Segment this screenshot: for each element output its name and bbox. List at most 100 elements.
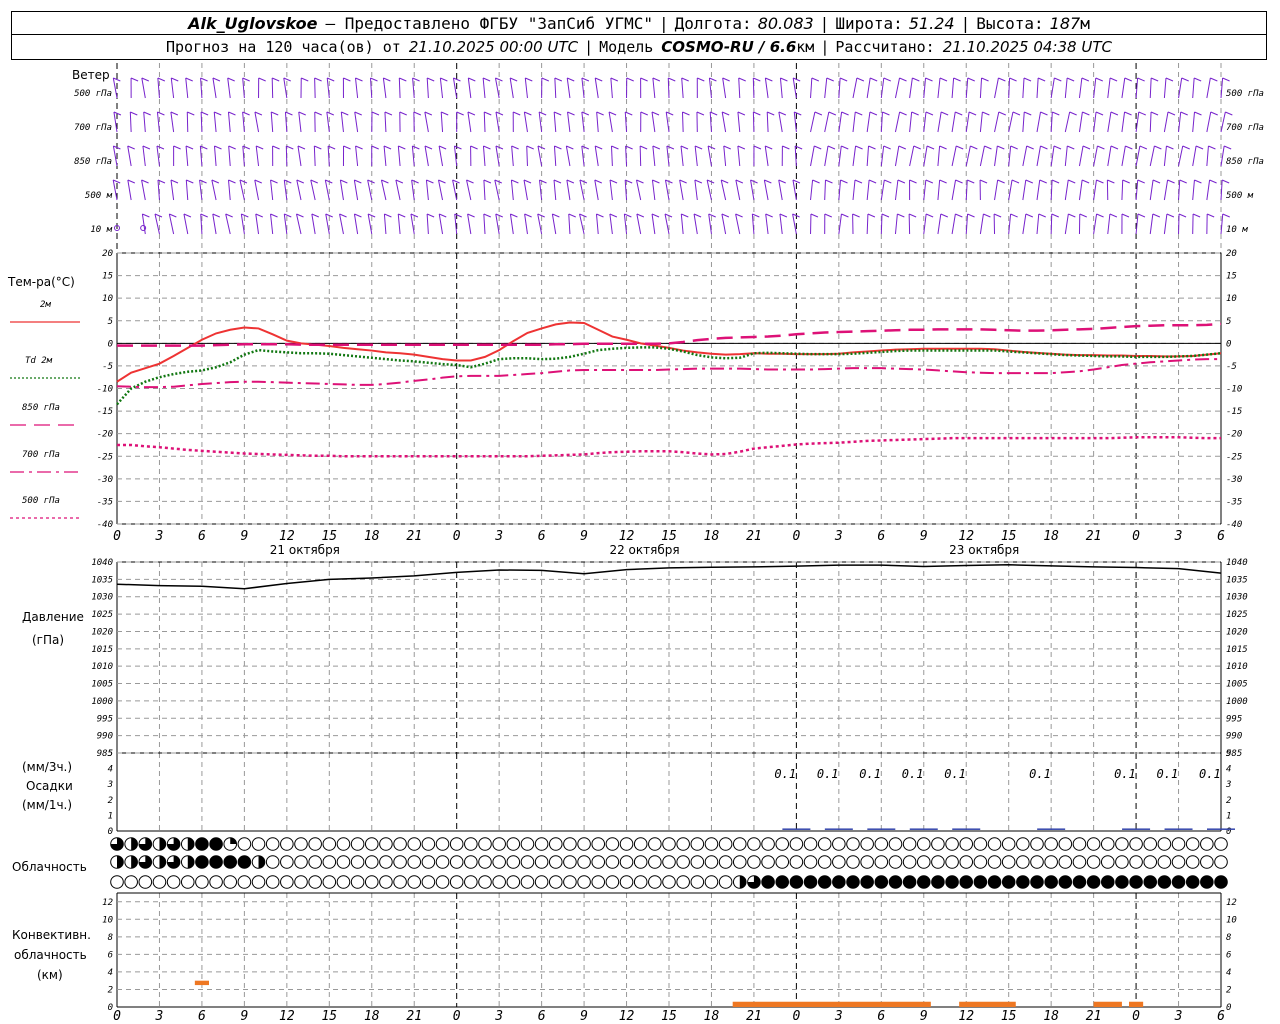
cloud-cover-circle: [548, 875, 563, 889]
wind-barb: [792, 213, 797, 235]
wind-barb: [297, 145, 302, 167]
wind-barb-flag: [467, 111, 476, 116]
cloud-cover-circle: [166, 875, 181, 889]
wind-barb: [937, 111, 942, 133]
wind-barb-flag: [285, 111, 293, 116]
wind-barb-flag: [595, 77, 603, 82]
wind-barb: [313, 145, 316, 167]
wind-barb-flag: [1122, 179, 1130, 184]
wind-barb: [154, 213, 160, 235]
wind-barb-flag: [326, 111, 335, 116]
cloud-cover-circle: [605, 855, 620, 869]
time-axis-label-bottom: 6: [877, 1009, 885, 1024]
wind-barb-flag: [1082, 111, 1090, 116]
wind-barb-flag: [1209, 179, 1217, 184]
wind-barb-flag: [967, 213, 975, 218]
wind-barb-flag: [626, 77, 634, 82]
cloud-cover-circle: [280, 875, 294, 889]
wind-barb-flag: [926, 145, 935, 150]
cloud-cover-circle: [1016, 875, 1030, 889]
precip-value-label: 0.1: [817, 767, 839, 781]
wind-barb-flag: [779, 213, 788, 218]
wind-barb-flag: [343, 77, 351, 82]
time-axis-label-bottom: 18: [704, 1009, 720, 1024]
wind-barb: [752, 77, 755, 99]
cloud-cover-circle: [676, 875, 690, 889]
wind-barb: [526, 145, 528, 167]
wind-barb-flag: [794, 111, 802, 116]
wind-level-label-left: 500 гПа: [74, 89, 112, 99]
cloud-cover-circle: [1129, 837, 1143, 851]
pressure-ytick-left: 990: [97, 732, 113, 742]
cloud-cover-circle: [619, 875, 634, 889]
cloud-cover-circle: [704, 837, 719, 851]
cloud-cover-circle: [520, 837, 535, 851]
wind-barb: [738, 77, 741, 99]
wind-barb: [706, 179, 712, 201]
wind-barb-flag: [214, 111, 222, 116]
cloud-cover-circle: [846, 855, 860, 869]
wind-barb-flag: [438, 179, 446, 184]
cloud-cover-fill: [187, 837, 195, 851]
cloud-cover-circle: [1115, 837, 1129, 851]
wind-barb-flag: [899, 77, 907, 82]
wind-barb-flag: [1110, 145, 1119, 150]
wind-barb-flag: [1179, 179, 1187, 184]
wind-barb: [810, 77, 813, 99]
wind-barb-flag: [354, 213, 362, 218]
wind-barb: [894, 145, 900, 167]
wind-barb: [609, 179, 613, 201]
pressure-ytick-left: 1025: [91, 610, 113, 620]
wind-barb: [1206, 111, 1212, 133]
wind-barb-flag: [967, 77, 975, 82]
wind-barb-flag: [1096, 213, 1104, 218]
wind-barb: [168, 213, 175, 235]
wind-barb-flag: [228, 111, 236, 116]
wind-barb-flag: [170, 111, 179, 116]
cloud-cover-circle: [803, 875, 818, 889]
wind-barb: [1022, 179, 1027, 201]
wind-level-label-left: 700 гПа: [74, 123, 112, 133]
wind-barb: [810, 145, 815, 167]
pressure-ytick-right: 1000: [1226, 697, 1248, 707]
wind-barb-flag: [1107, 179, 1115, 184]
time-axis-label: 3: [155, 529, 164, 544]
cloud-cover-circle: [563, 875, 577, 889]
wind-barb: [651, 179, 656, 201]
cloud-cover-circle: [322, 837, 337, 851]
wind-barb: [425, 179, 429, 201]
wind-barb: [722, 77, 727, 99]
precip-bar: [1207, 828, 1235, 830]
legend-label: 700 гПа: [22, 450, 60, 460]
convective-cloud-bar: [1129, 1001, 1144, 1007]
wind-barb: [142, 145, 146, 167]
wind-barb-flag: [1139, 145, 1148, 150]
wind-barb-flag: [897, 213, 905, 218]
wind-barb: [1192, 111, 1195, 133]
cloud-cover-circle: [1086, 837, 1101, 851]
pressure-ytick-right: 995: [1226, 714, 1242, 724]
wind-barb: [270, 111, 274, 133]
wind-barb-flag: [426, 213, 435, 218]
wind-barb-flag: [738, 77, 746, 82]
cloud-cover-circle: [931, 837, 945, 851]
wind-barb-flag: [752, 213, 760, 218]
cloud-cover-circle: [648, 855, 662, 869]
temp-ytick-left: -30: [97, 475, 113, 485]
time-axis-label-bottom: 15: [661, 1009, 677, 1024]
wind-barb: [1050, 213, 1053, 235]
cloud-cover-circle: [180, 875, 195, 889]
time-axis-label-bottom: 18: [1043, 1009, 1059, 1024]
wind-barb-flag: [765, 77, 773, 82]
time-axis-label-bottom: 9: [580, 1009, 588, 1024]
wind-barb: [610, 77, 613, 99]
wind-barb: [579, 213, 585, 235]
wind-barb: [367, 179, 373, 201]
precip-ytick-right: 5: [1226, 749, 1231, 759]
conv-ytick-left: 10: [102, 915, 113, 925]
wind-barb-flag: [737, 111, 746, 116]
cloud-cover-circle: [817, 855, 832, 869]
time-axis-label: 3: [494, 529, 503, 544]
cloud-cover-circle: [280, 855, 294, 869]
wind-barb: [424, 145, 429, 167]
